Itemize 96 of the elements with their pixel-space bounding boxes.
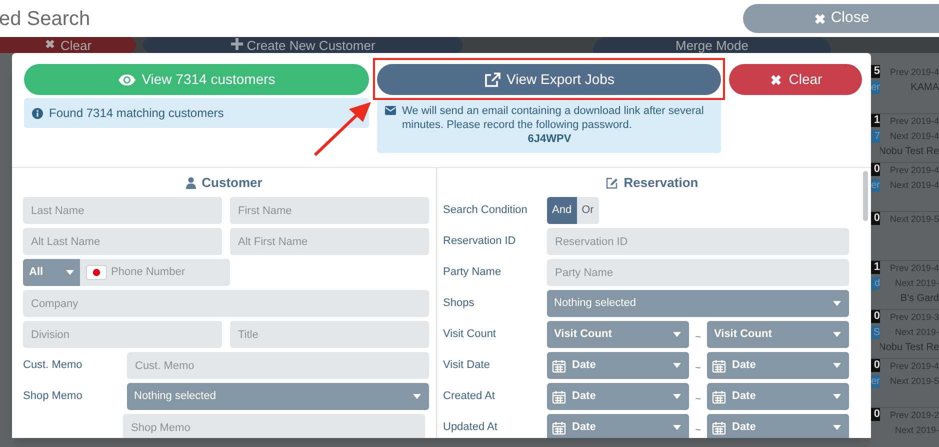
tag-badge: S	[871, 326, 880, 339]
person-icon	[186, 177, 196, 189]
field-label: Shop Memo	[23, 389, 84, 404]
calendar-icon	[552, 390, 566, 404]
select-dropdown[interactable]: Date	[707, 383, 849, 410]
eye-icon	[118, 74, 136, 86]
input-field[interactable]: Alt Last Name	[23, 228, 222, 255]
condition-toggle[interactable]: And	[547, 197, 577, 224]
email-message: We will send an email containing a download link after several minutes. Please record the following password.	[402, 104, 705, 132]
range-separator: ~	[694, 331, 702, 345]
select-dropdown[interactable]: Visit Count	[547, 321, 689, 348]
merge-mode-button[interactable]: Merge Mode	[593, 37, 831, 53]
count-badge: 0	[871, 310, 880, 323]
range-separator: ~	[694, 393, 702, 407]
close-icon	[44, 38, 56, 50]
count-badge: 1	[871, 114, 880, 127]
field-label: Created At	[443, 389, 496, 404]
calendar-icon	[712, 420, 726, 434]
section-title: Reservation	[624, 174, 698, 192]
plus-icon	[230, 38, 243, 50]
calendar-icon	[712, 358, 726, 372]
select-dropdown[interactable]: Date	[707, 352, 849, 379]
section-title: Customer	[202, 174, 262, 192]
caret-icon	[833, 301, 841, 306]
country-select[interactable]: All	[23, 259, 80, 286]
caret-icon	[673, 425, 681, 430]
range-separator: ~	[694, 362, 702, 376]
field-label: Visit Count	[443, 327, 497, 342]
calendar-icon	[552, 420, 566, 434]
close-icon	[812, 12, 827, 26]
count-badge: 0	[871, 408, 880, 421]
envelope-icon	[385, 106, 396, 115]
phone-field[interactable]: All Phone Number	[23, 259, 230, 286]
input-field[interactable]: First Name	[230, 197, 429, 224]
input-field[interactable]: Last Name	[23, 197, 222, 224]
info-icon	[32, 108, 43, 118]
export-button[interactable]: View Export Jobs	[377, 64, 721, 95]
flag-icon	[86, 265, 107, 280]
input-field[interactable]: Party Name	[547, 259, 849, 286]
external-link-icon	[484, 72, 501, 88]
caret-icon	[833, 394, 841, 399]
field-label: Updated At	[443, 420, 498, 436]
caret-icon	[413, 394, 421, 399]
field-label: Party Name	[443, 265, 502, 280]
clear-button[interactable]: Clear	[0, 37, 136, 53]
page-title: ed Search	[0, 6, 90, 32]
caret-icon	[673, 332, 681, 337]
tag-badge: er	[871, 81, 880, 94]
count-badge: 0	[871, 359, 880, 372]
caret-icon	[66, 270, 74, 275]
input-field[interactable]: Title	[230, 321, 429, 348]
input-field[interactable]: Shop Memo	[123, 414, 425, 438]
input-field[interactable]: Company	[23, 290, 429, 317]
field-label: Cust. Memo	[23, 358, 84, 374]
input-field[interactable]: Reservation ID	[547, 228, 849, 255]
select-dropdown[interactable]: Nothing selected	[547, 290, 849, 317]
input-field[interactable]: Division	[23, 321, 222, 348]
select-dropdown[interactable]: Date	[547, 352, 689, 379]
count-badge: 0	[871, 212, 880, 225]
create-button[interactable]: Create New Customer	[143, 37, 463, 53]
annotation-arrow	[313, 99, 373, 157]
count-badge: 0	[871, 163, 880, 176]
tag-badge: er	[871, 375, 880, 388]
count-badge: 1	[871, 261, 880, 274]
select-dropdown[interactable]: Nothing selected	[127, 383, 429, 410]
field-label: Visit Date	[443, 358, 491, 374]
edit-icon	[606, 177, 618, 189]
input-field[interactable]: Cust. Memo	[127, 352, 429, 379]
caret-icon	[673, 394, 681, 399]
close-icon	[768, 72, 783, 86]
tag-badge: 7	[871, 130, 880, 143]
input-field[interactable]: Alt First Name	[230, 228, 429, 255]
scrollbar-thumb[interactable]	[863, 171, 868, 221]
count-badge: 5	[871, 65, 880, 78]
password-text: 6J4WPV	[528, 132, 572, 146]
field-label: Reservation ID	[443, 234, 517, 250]
caret-icon	[833, 425, 841, 430]
customer-name: KAMA	[910, 81, 939, 95]
close-button[interactable]: Close	[743, 4, 939, 33]
select-dropdown[interactable]: Date	[707, 414, 849, 438]
view-button[interactable]: View 7314 customers	[24, 64, 369, 95]
field-label: Search Condition	[443, 203, 528, 218]
calendar-icon	[552, 358, 566, 372]
info-message: Found 7314 matching customers	[49, 105, 224, 122]
clear-button[interactable]: Clear	[729, 64, 862, 95]
select-dropdown[interactable]: Date	[547, 383, 689, 410]
select-dropdown[interactable]: Date	[547, 414, 689, 438]
caret-icon	[673, 363, 681, 368]
caret-icon	[833, 332, 841, 337]
field-label: Shops	[443, 296, 476, 312]
select-dropdown[interactable]: Visit Count	[707, 321, 849, 348]
tag-badge: er	[871, 179, 880, 192]
tag-badge: d	[871, 277, 880, 290]
range-separator: ~	[694, 424, 702, 438]
calendar-icon	[712, 390, 726, 404]
caret-icon	[833, 363, 841, 368]
